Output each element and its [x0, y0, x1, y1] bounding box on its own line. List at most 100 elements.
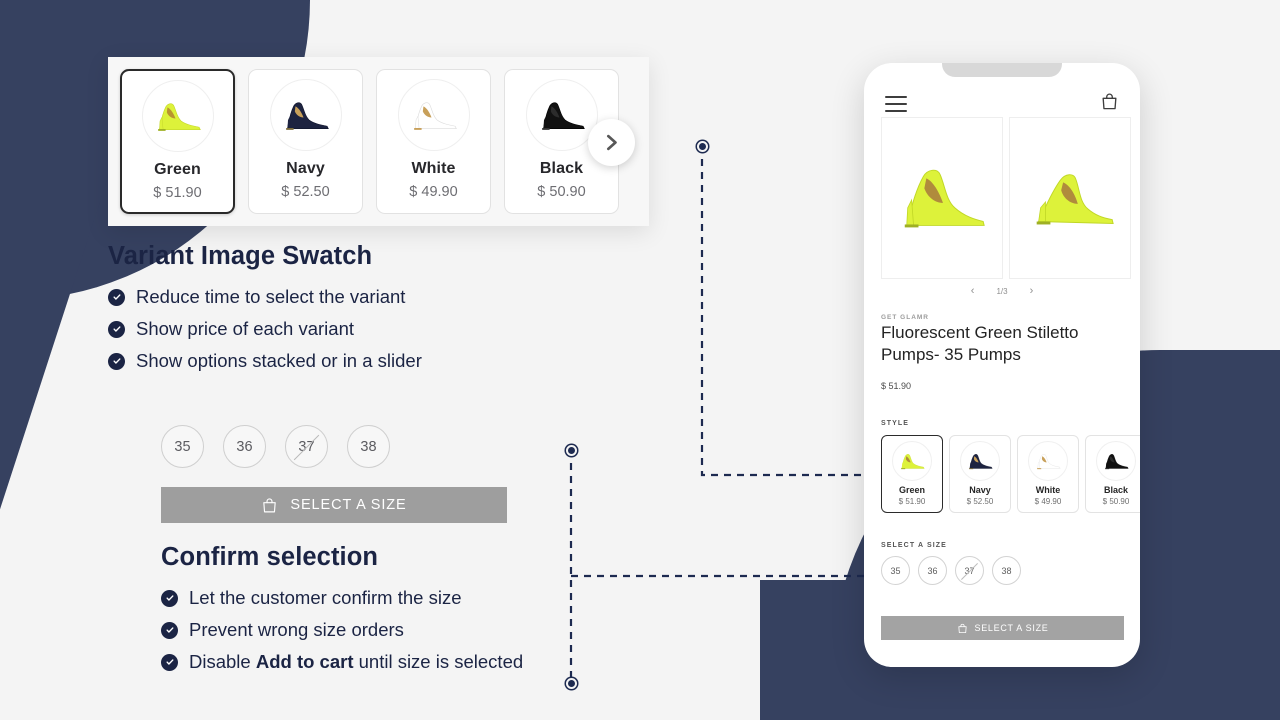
size-option-38[interactable]: 38	[347, 425, 390, 468]
list-item-label-composite: Disable Add to cart until size is select…	[189, 651, 523, 673]
phone-variant-name: White	[1035, 485, 1061, 495]
variant-swatch-panel: Green $ 51.90 Navy $ 52.50 White $ 49.90…	[108, 57, 649, 226]
phone-speaker-notch	[942, 63, 1062, 77]
size-option-36[interactable]: 36	[223, 425, 266, 468]
swatch-next-button[interactable]	[588, 119, 635, 166]
list-item-label: Reduce time to select the variant	[136, 286, 406, 307]
list-item: Show options stacked or in a slider	[108, 350, 422, 372]
green-pump-photo-icon	[904, 169, 985, 228]
variant-name: Black	[539, 160, 584, 177]
gallery-pagination: ‹ 1/3 ›	[864, 285, 1140, 297]
shoe-thumbnail-icon	[1028, 441, 1068, 481]
shopping-bag-icon	[957, 623, 967, 633]
phone-variant-price: $ 49.90	[1034, 497, 1062, 506]
phone-variant-swatch[interactable]: Black $ 50.90	[1085, 435, 1140, 513]
check-circle-icon	[108, 352, 125, 370]
phone-variant-price: $ 52.50	[966, 497, 994, 506]
list-item-label: Show options stacked or in a slider	[136, 350, 422, 371]
chevron-right-icon	[606, 134, 617, 151]
check-circle-icon	[161, 653, 178, 671]
phone-variant-swatch-list: Green $ 51.90 Navy $ 52.50 White $ 49.90…	[881, 435, 1140, 513]
list-item: Disable Add to cart until size is select…	[161, 651, 523, 673]
variant-name: Navy	[286, 160, 325, 177]
phone-variant-price: $ 50.90	[1102, 497, 1130, 506]
size-option-35[interactable]: 35	[161, 425, 204, 468]
bullet-list: Reduce time to select the variant Show p…	[108, 286, 422, 372]
variant-price: $ 50.90	[537, 184, 586, 200]
variant-swatch-card[interactable]: Navy $ 52.50	[248, 69, 363, 214]
variant-name: Green	[154, 161, 201, 178]
style-section-label: STYLE	[881, 420, 910, 427]
list-item-emphasis: Add to cart	[255, 651, 354, 672]
connector-dot-bottom	[566, 678, 577, 689]
list-item-label: Prevent wrong size orders	[189, 619, 404, 640]
variant-name: White	[411, 160, 456, 177]
product-brand: GET GLAMR	[881, 314, 929, 321]
list-item: Let the customer confirm the size	[161, 587, 523, 609]
product-title: Fluorescent Green Stiletto Pumps- 35 Pum…	[881, 323, 1079, 365]
check-circle-icon	[108, 320, 125, 338]
product-gallery[interactable]	[881, 117, 1131, 279]
gallery-counter: 1/3	[996, 286, 1008, 296]
phone-variant-price: $ 51.90	[898, 497, 926, 506]
list-item: Reduce time to select the variant	[108, 286, 422, 308]
size-option-list: 35 36 37 38	[161, 425, 390, 468]
shoe-thumbnail-icon	[892, 441, 932, 481]
check-circle-icon	[108, 288, 125, 306]
phone-top-bar	[864, 87, 1140, 121]
select-a-size-button-label: SELECT A SIZE	[290, 497, 407, 513]
section-variant-image-swatch: Variant Image Swatch Reduce time to sele…	[108, 242, 422, 382]
shoe-thumbnail-icon	[525, 79, 598, 151]
phone-size-option-list: 35 36 37 38	[881, 556, 1021, 585]
section-title: Confirm selection	[161, 543, 379, 571]
chevron-right-icon[interactable]: ›	[1030, 285, 1034, 297]
list-item-label: Show price of each variant	[136, 318, 355, 339]
connector-dot-middle	[566, 445, 577, 456]
hamburger-menu-icon[interactable]	[885, 96, 907, 112]
check-circle-icon	[161, 621, 178, 639]
connector-dot-top	[697, 141, 708, 152]
size-option-37[interactable]: 37	[285, 425, 328, 468]
phone-select-a-size-button[interactable]: SELECT A SIZE	[881, 616, 1124, 640]
phone-variant-swatch[interactable]: Navy $ 52.50	[949, 435, 1011, 513]
phone-size-option-37[interactable]: 37	[955, 556, 984, 585]
shopping-bag-icon	[263, 497, 277, 512]
phone-variant-name: Black	[1103, 485, 1129, 495]
variant-swatch-card[interactable]: Green $ 51.90	[120, 69, 235, 214]
page-title: Variant Image Swatch	[108, 242, 373, 270]
variant-price: $ 51.90	[153, 185, 202, 201]
chevron-left-icon[interactable]: ‹	[971, 285, 975, 297]
shoe-thumbnail-icon	[141, 80, 214, 152]
gallery-image[interactable]	[1009, 117, 1131, 279]
list-item-prefix: Disable	[189, 651, 256, 672]
phone-cta-label: SELECT A SIZE	[974, 623, 1049, 633]
list-item-suffix: until size is selected	[353, 651, 524, 672]
phone-mockup: ‹ 1/3 › GET GLAMR Fluorescent Green Stil…	[864, 63, 1140, 667]
phone-variant-swatch[interactable]: White $ 49.90	[1017, 435, 1079, 513]
gallery-image[interactable]	[881, 117, 1003, 279]
list-item-label: Let the customer confirm the size	[189, 587, 462, 608]
shoe-thumbnail-icon	[1096, 441, 1136, 481]
slide-canvas: Green $ 51.90 Navy $ 52.50 White $ 49.90…	[0, 0, 1280, 720]
phone-variant-name: Green	[898, 485, 925, 495]
variant-swatch-card[interactable]: White $ 49.90	[376, 69, 491, 214]
size-section-label: SELECT A SIZE	[881, 542, 947, 549]
phone-variant-name: Navy	[969, 485, 991, 495]
phone-size-option-35[interactable]: 35	[881, 556, 910, 585]
list-item: Show price of each variant	[108, 318, 422, 340]
cart-bag-icon[interactable]	[1100, 92, 1119, 116]
phone-size-option-36[interactable]: 36	[918, 556, 947, 585]
shoe-thumbnail-icon	[397, 79, 470, 151]
select-a-size-button[interactable]: SELECT A SIZE	[161, 487, 507, 523]
phone-variant-swatch[interactable]: Green $ 51.90	[881, 435, 943, 513]
section-confirm-selection: Confirm selection Let the customer confi…	[161, 543, 523, 683]
variant-price: $ 49.90	[409, 184, 458, 200]
bullet-list: Let the customer confirm the size Preven…	[161, 587, 523, 673]
phone-size-option-38[interactable]: 38	[992, 556, 1021, 585]
shoe-thumbnail-icon	[960, 441, 1000, 481]
variant-price: $ 52.50	[281, 184, 330, 200]
list-item: Prevent wrong size orders	[161, 619, 523, 641]
check-circle-icon	[161, 589, 178, 607]
shoe-thumbnail-icon	[269, 79, 342, 151]
green-pump-photo-icon	[1036, 174, 1114, 225]
